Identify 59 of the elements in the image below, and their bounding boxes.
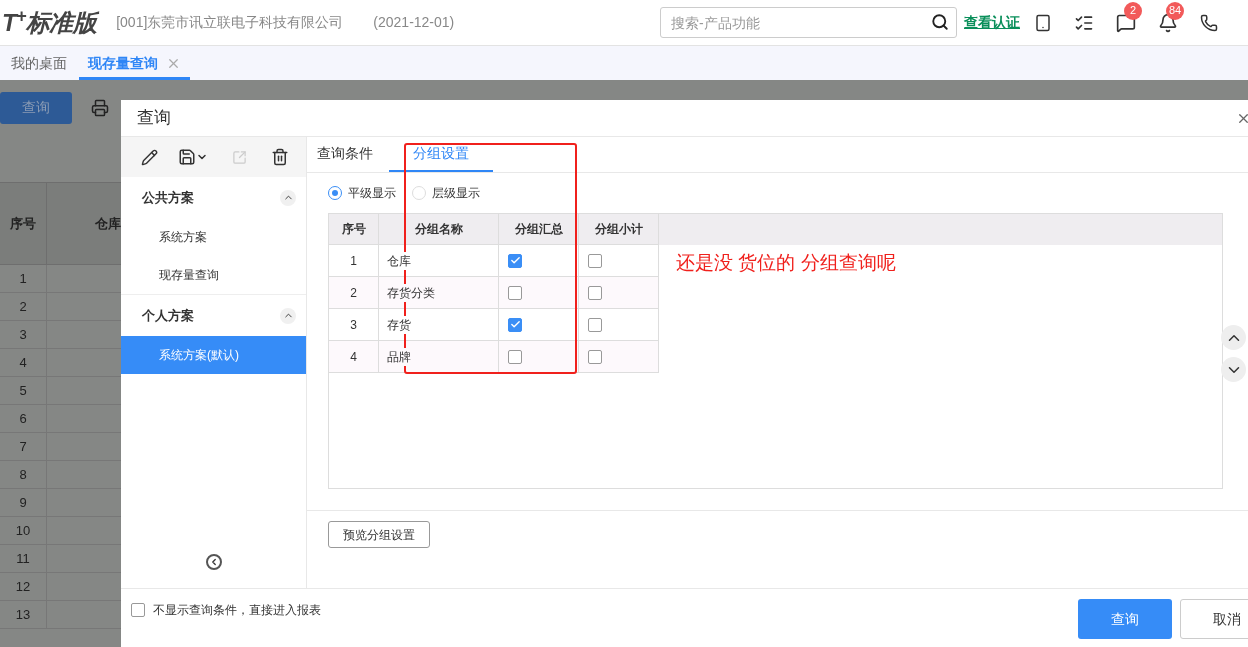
count-badge: 84 [1166, 1, 1185, 20]
search-field[interactable]: 搜索-产品功能 [660, 7, 957, 38]
scheme-item[interactable]: 系统方案 [121, 218, 306, 256]
message-icon[interactable] [1116, 12, 1136, 33]
radio-option[interactable]: 层级显示 [412, 184, 480, 202]
column-header: 序号 [0, 183, 47, 264]
row-number: 10 [0, 517, 47, 544]
edit-icon[interactable] [141, 148, 158, 166]
search-icon[interactable] [931, 13, 949, 31]
count-badge: 2 [1124, 1, 1142, 20]
scheme-item[interactable]: 现存量查询 [121, 256, 306, 294]
settings-tab[interactable]: 分组设置 [389, 136, 493, 172]
checkbox[interactable] [588, 253, 602, 268]
checkbox[interactable] [508, 285, 522, 300]
checkbox[interactable] [588, 317, 602, 332]
row-number: 12 [0, 573, 47, 600]
row-number: 11 [0, 545, 47, 572]
column-header: 仓库 [94, 214, 121, 233]
preview-button[interactable]: 预览分组设置 [328, 521, 430, 548]
phone-icon[interactable] [1200, 13, 1218, 32]
settings-tab[interactable]: 查询条件 [317, 136, 373, 172]
row-number: 8 [0, 461, 47, 488]
bell-icon[interactable] [1158, 12, 1178, 33]
row-number: 4 [0, 349, 47, 376]
checkbox[interactable] [588, 349, 602, 364]
date-label: (2021-12-01) [373, 13, 455, 32]
table-cell: 品牌 [387, 347, 411, 366]
radio-option[interactable]: 平级显示 [328, 184, 396, 202]
save-icon[interactable] [178, 148, 208, 166]
row-number: 2 [0, 293, 47, 320]
table-cell: 存货 [387, 315, 411, 334]
row-number: 6 [0, 405, 47, 432]
group-title: 个人方案 [142, 306, 194, 325]
device-icon[interactable] [1034, 13, 1052, 32]
checkbox[interactable] [508, 349, 522, 364]
row-number: 13 [0, 601, 47, 628]
table-cell: 4 [329, 341, 379, 373]
table-cell: 仓库 [387, 251, 411, 270]
skip-conditions-checkbox[interactable]: 不显示查询条件，直接进入报表 [131, 601, 321, 619]
group-title: 公共方案 [142, 188, 194, 207]
checkbox[interactable] [588, 285, 602, 300]
logo: T$^{+}$标准版 [2, 4, 97, 38]
annotation-text: 还是没 货位的 分组查询呢 [676, 251, 896, 275]
checkbox[interactable] [508, 253, 522, 268]
row-number: 1 [0, 265, 47, 292]
row-number: 3 [0, 321, 47, 348]
collapse-panel-icon[interactable] [205, 554, 222, 570]
dialog-title: 查询 [137, 107, 171, 130]
cancel-button[interactable]: 取消 [1180, 599, 1248, 639]
table-cell: 存货分类 [387, 283, 435, 302]
row-number: 9 [0, 489, 47, 516]
checkbox[interactable] [508, 317, 522, 332]
delete-icon[interactable] [271, 148, 289, 166]
page-tab[interactable]: 我的桌面 [2, 50, 76, 80]
row-number: 7 [0, 433, 47, 460]
printer-icon[interactable] [91, 98, 109, 117]
company-name: [001]东莞市讯立联电子科技有限公司 [116, 13, 344, 32]
certification-link[interactable]: 查看认证 [964, 12, 1020, 33]
row-number: 5 [0, 377, 47, 404]
